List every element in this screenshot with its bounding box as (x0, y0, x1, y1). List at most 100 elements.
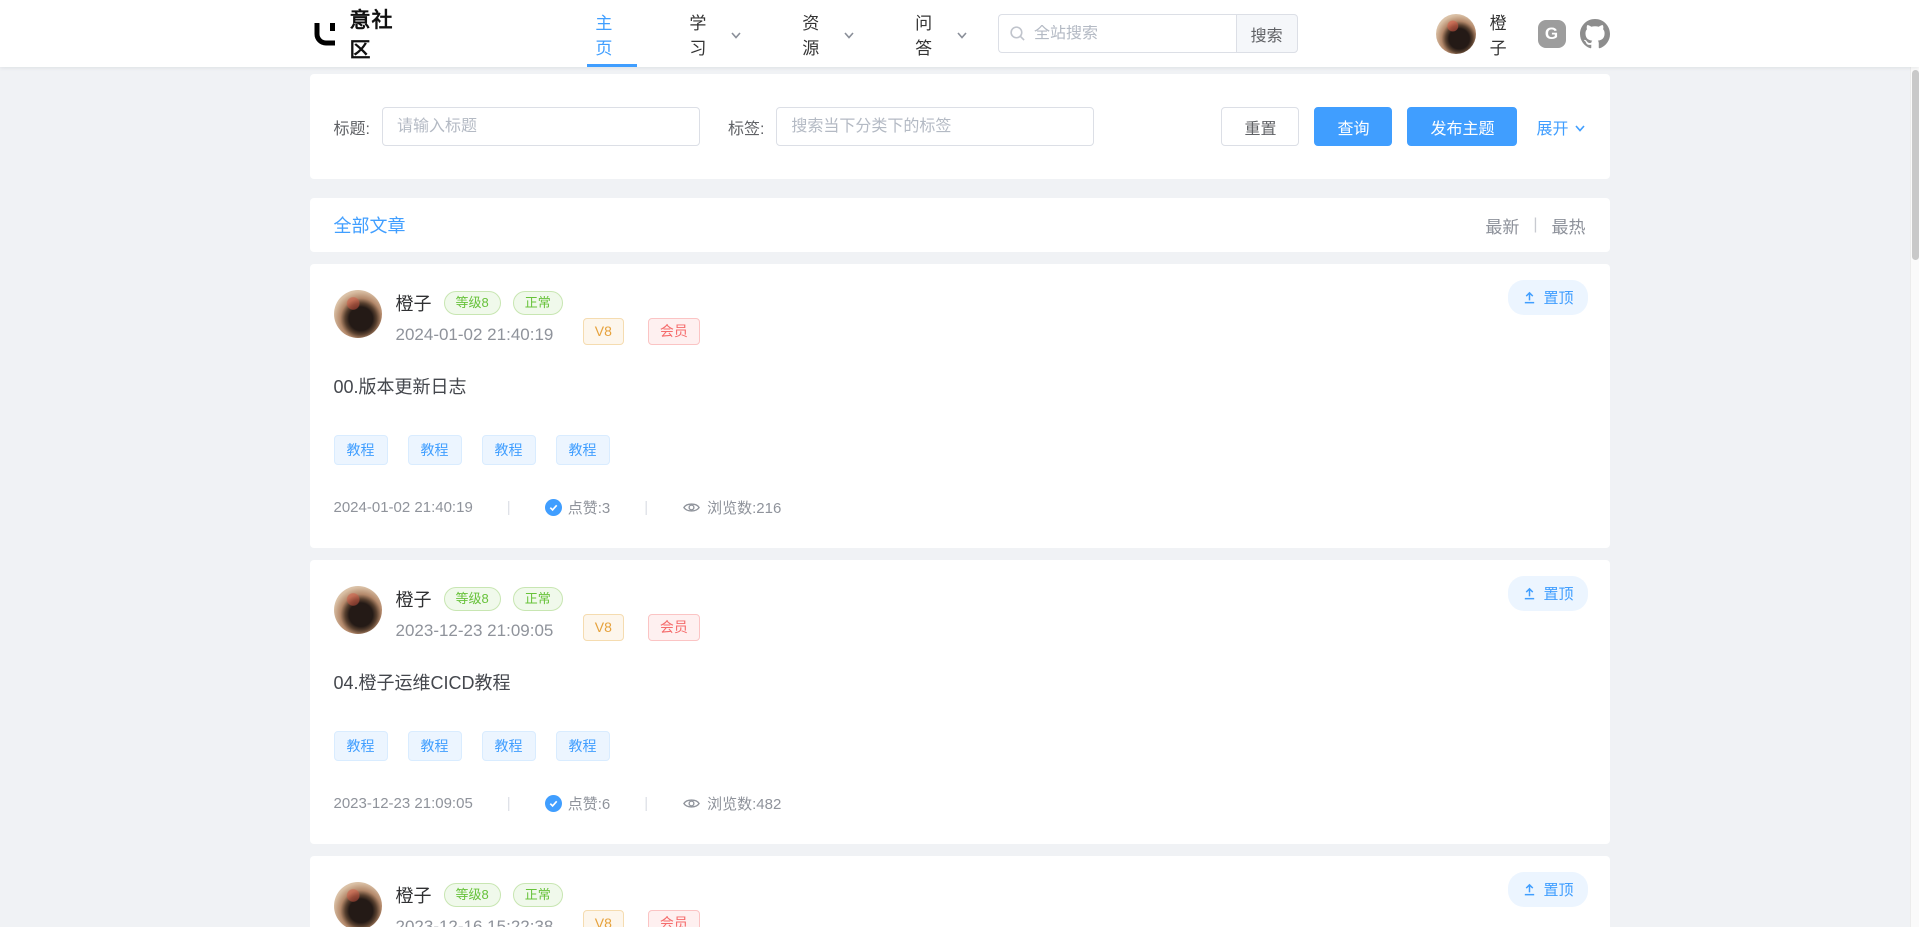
nav-item-label: 学习 (689, 9, 723, 59)
member-badge: 会员 (648, 910, 700, 927)
level-badge: 等级8 (444, 291, 501, 315)
pin-upload-icon (1522, 586, 1537, 601)
footer-divider: | (644, 499, 648, 516)
pin-button[interactable]: 置顶 (1508, 576, 1587, 611)
pin-button[interactable]: 置顶 (1508, 872, 1587, 907)
pin-button[interactable]: 置顶 (1508, 280, 1587, 315)
avatar[interactable] (334, 882, 382, 927)
tag-pill[interactable]: 教程 (334, 435, 388, 465)
tag-label: 标签: (728, 115, 764, 139)
post-tags: 教程 教程 教程 教程 (334, 731, 1582, 761)
expand-toggle[interactable]: 展开 (1536, 115, 1585, 139)
tag-pill[interactable]: 教程 (334, 731, 388, 761)
title-input[interactable] (382, 107, 700, 146)
sort-controls: 最新 | 最热 (1485, 213, 1585, 238)
footer-divider: | (507, 795, 511, 812)
list-header: 全部文章 最新 | 最热 (310, 198, 1610, 252)
post-author[interactable]: 橙子 (396, 586, 432, 612)
publish-topic-button[interactable]: 发布主题 (1407, 107, 1517, 146)
site-title: 意社区 (350, 4, 416, 64)
sort-divider: | (1533, 216, 1537, 234)
likes-label: 点赞:6 (568, 793, 611, 814)
like-check-icon (545, 499, 562, 516)
chevron-down-icon (956, 29, 968, 41)
tag-pill[interactable]: 教程 (556, 731, 610, 761)
footer-time: 2024-01-02 21:40:19 (334, 499, 473, 516)
footer-divider: | (507, 499, 511, 516)
pin-upload-icon (1522, 882, 1537, 897)
title-label: 标题: (334, 115, 370, 139)
page-scrollbar[interactable] (1910, 0, 1919, 927)
member-badge: 会员 (648, 318, 700, 345)
chevron-down-icon (730, 29, 742, 41)
level-badge: 等级8 (444, 883, 501, 907)
avatar[interactable] (334, 290, 382, 338)
like-check-icon (545, 795, 562, 812)
avatar[interactable] (334, 586, 382, 634)
tag-pill[interactable]: 教程 (482, 731, 536, 761)
tag-pill[interactable]: 教程 (482, 435, 536, 465)
all-articles-tab[interactable]: 全部文章 (334, 212, 406, 238)
avatar[interactable] (1436, 14, 1476, 54)
nav-item-label: 主页 (595, 9, 629, 59)
post-title[interactable]: 00.版本更新日志 (334, 373, 1582, 399)
status-badge: 正常 (513, 883, 563, 907)
post-footer: 2023-12-23 21:09:05 | 点赞:6 | 浏览数:482 (334, 793, 1582, 814)
vip-badge: V8 (583, 614, 624, 641)
level-badge: 等级8 (444, 587, 501, 611)
views-label: 浏览数:482 (707, 793, 781, 814)
filter-bar: 标题: 标签: 重置 查询 发布主题 展开 (310, 74, 1610, 179)
pin-label: 置顶 (1543, 287, 1573, 308)
post-time: 2023-12-16 15:22:38 (396, 917, 563, 927)
pin-upload-icon (1522, 290, 1537, 305)
tag-filter: 标签: (728, 107, 1094, 146)
post-author[interactable]: 橙子 (396, 290, 432, 316)
search-input-wrap (998, 14, 1236, 53)
nav-item-resources[interactable]: 资源 (772, 0, 885, 67)
views-label: 浏览数:216 (707, 497, 781, 518)
nav-item-label: 资源 (802, 9, 836, 59)
post-user-row: 橙子 等级8 正常 2024-01-02 21:40:19 V8 会员 (334, 290, 1582, 345)
status-badge: 正常 (513, 291, 563, 315)
eye-icon (682, 498, 701, 517)
filter-actions: 重置 查询 发布主题 展开 (1221, 107, 1585, 146)
tag-pill[interactable]: 教程 (556, 435, 610, 465)
tag-pill[interactable]: 教程 (408, 435, 462, 465)
post-author[interactable]: 橙子 (396, 882, 432, 908)
post-tags: 教程 教程 教程 教程 (334, 435, 1582, 465)
nav-item-qa[interactable]: 问答 (885, 0, 998, 67)
sort-hottest[interactable]: 最热 (1552, 213, 1586, 238)
post-card[interactable]: 置顶 橙子 等级8 正常 2024-01-02 21:40:19 V8 会员 0… (310, 264, 1610, 548)
search-input[interactable] (1034, 25, 1226, 43)
sort-newest[interactable]: 最新 (1485, 213, 1519, 238)
post-title[interactable]: 04.橙子运维CICD教程 (334, 669, 1582, 695)
nav-item-home[interactable]: 主页 (565, 0, 659, 67)
navbar-user-area: 橙子 G (1436, 9, 1610, 59)
post-user-row: 橙子 等级8 正常 2023-12-23 21:09:05 V8 会员 (334, 586, 1582, 641)
brand[interactable]: 意社区 (310, 4, 416, 64)
likes-label: 点赞:3 (568, 497, 611, 518)
reset-button[interactable]: 重置 (1221, 107, 1299, 146)
github-icon[interactable] (1580, 19, 1610, 49)
gitee-icon[interactable]: G (1538, 20, 1566, 48)
member-badge: 会员 (648, 614, 700, 641)
eye-icon (682, 794, 701, 813)
navbar: 意社区 主页 学习 资源 问答 (0, 0, 1919, 67)
post-card[interactable]: 置顶 橙子 等级8 正常 2023-12-16 15:22:38 V8 会员 (310, 856, 1610, 927)
footer-divider: | (644, 795, 648, 812)
post-card[interactable]: 置顶 橙子 等级8 正常 2023-12-23 21:09:05 V8 会员 0… (310, 560, 1610, 844)
post-time: 2023-12-23 21:09:05 (396, 621, 563, 641)
search-button[interactable]: 搜索 (1236, 14, 1298, 53)
scrollbar-thumb[interactable] (1912, 70, 1919, 260)
username[interactable]: 橙子 (1490, 9, 1524, 59)
nav-item-learn[interactable]: 学习 (659, 0, 772, 67)
tag-pill[interactable]: 教程 (408, 731, 462, 761)
tag-input[interactable] (776, 107, 1094, 146)
vip-badge: V8 (583, 910, 624, 927)
pin-label: 置顶 (1543, 583, 1573, 604)
query-button[interactable]: 查询 (1314, 107, 1392, 146)
title-filter: 标题: (334, 107, 700, 146)
pin-label: 置顶 (1543, 879, 1573, 900)
views-stat: 浏览数:216 (682, 497, 781, 518)
status-badge: 正常 (513, 587, 563, 611)
